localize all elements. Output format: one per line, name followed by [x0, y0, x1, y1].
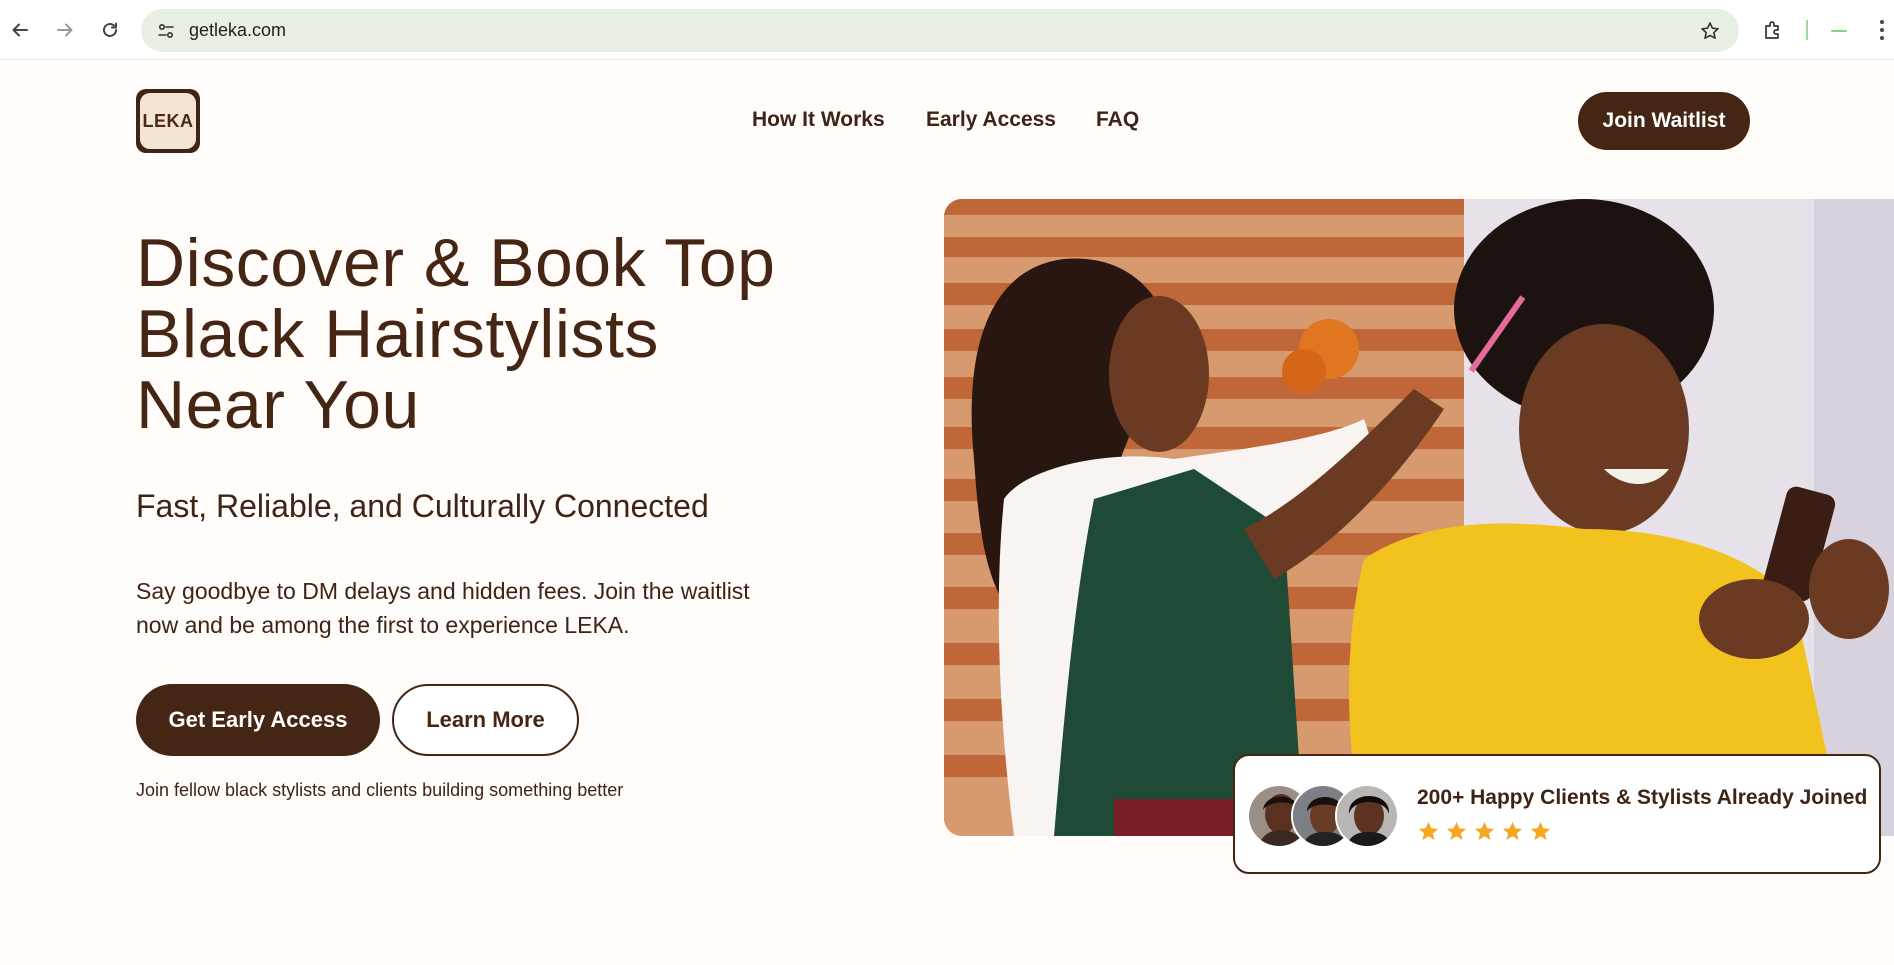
address-bar[interactable]: getleka.com: [141, 9, 1739, 52]
hero-title-line-1: Discover & Book Top: [136, 225, 776, 301]
learn-more-button[interactable]: Learn More: [392, 684, 579, 756]
nav-early-access[interactable]: Early Access: [926, 108, 1056, 132]
hero-photo-stylist-and-client: [944, 199, 1894, 836]
more-menu-icon[interactable]: [1872, 15, 1892, 45]
url-text[interactable]: getleka.com: [189, 20, 286, 41]
star-icon: [1530, 821, 1551, 841]
back-arrow-icon[interactable]: [5, 15, 35, 45]
join-waitlist-button[interactable]: Join Waitlist: [1578, 92, 1750, 150]
browser-toolbar: getleka.com: [0, 0, 1894, 60]
nav-faq[interactable]: FAQ: [1096, 108, 1139, 132]
avatar: [1335, 784, 1399, 848]
site-info-icon[interactable]: [153, 18, 179, 44]
get-early-access-button[interactable]: Get Early Access: [136, 684, 380, 756]
profile-icon[interactable]: [1826, 18, 1852, 42]
hero-title-line-3: Near You: [136, 367, 420, 443]
hero-subtitle: Fast, Reliable, and Culturally Connected: [136, 488, 709, 524]
extensions-icon[interactable]: [1757, 15, 1789, 45]
hero-description: Say goodbye to DM delays and hidden fees…: [136, 578, 750, 638]
nav-how-it-works[interactable]: How It Works: [752, 108, 885, 132]
social-proof-card: 200+ Happy Clients & Stylists Already Jo…: [1233, 754, 1881, 874]
hero-title-line-2: Black Hairstylists: [136, 296, 659, 372]
star-icon: [1502, 821, 1523, 841]
star-icon: [1418, 821, 1439, 841]
leka-logo[interactable]: LEKA: [136, 89, 200, 153]
star-rating: [1417, 820, 1552, 843]
reload-icon[interactable]: [95, 15, 125, 45]
join-note: Join fellow black stylists and clients b…: [136, 780, 624, 800]
toolbar-divider: [1806, 20, 1808, 40]
star-icon: [1474, 821, 1495, 841]
forward-arrow-icon[interactable]: [50, 15, 80, 45]
social-proof-text: 200+ Happy Clients & Stylists Already Jo…: [1417, 786, 1868, 809]
star-icon: [1446, 821, 1467, 841]
logo-text: LEKA: [140, 93, 196, 149]
bookmark-star-icon[interactable]: [1697, 18, 1723, 44]
hero-title: Discover & Book Top Black Hairstylists N…: [136, 228, 856, 441]
